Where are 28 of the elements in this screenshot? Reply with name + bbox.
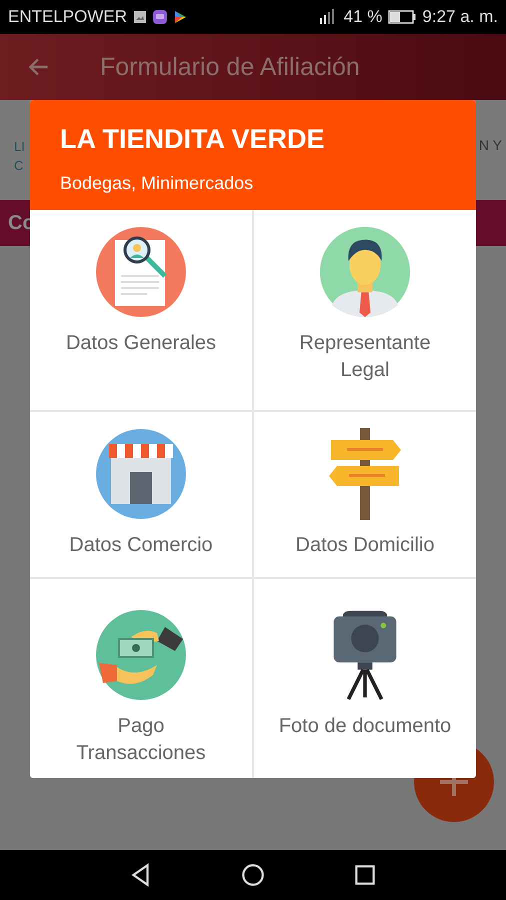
menu-option[interactable]: Datos Domicilio: [254, 412, 476, 577]
option-label: Pago Transacciones: [75, 714, 207, 766]
chat-icon: [153, 10, 168, 24]
store-name: LA TIENDITA VERDE: [60, 124, 326, 155]
carrier-name: ENTELPOWER: [8, 7, 128, 27]
option-label: Datos Domicilio: [296, 533, 434, 558]
store-category: Bodegas, Minimercados: [60, 173, 254, 194]
option-label: Foto de documento: [278, 714, 452, 739]
menu-option[interactable]: Representante Legal: [254, 210, 476, 410]
play-store-icon: [173, 10, 188, 24]
option-label: Representante Legal: [298, 331, 432, 383]
document-search-icon: [95, 226, 187, 318]
image-icon: [133, 10, 148, 24]
battery-percent: 41 %: [344, 7, 382, 27]
battery-icon: [388, 10, 416, 24]
screen-title: Formulario de Afiliación: [100, 52, 360, 82]
storefront-icon: [95, 428, 187, 520]
money-handover-icon: [95, 609, 187, 701]
home-icon[interactable]: [240, 862, 266, 888]
menu-option[interactable]: Datos Generales: [30, 210, 254, 410]
option-label: Datos Comercio: [69, 533, 213, 558]
menu-option[interactable]: Pago Transacciones: [30, 579, 254, 778]
tab-label[interactable]: N Y: [478, 137, 502, 153]
menu-option[interactable]: Datos Comercio: [30, 412, 254, 577]
clock-time: 9:27 a. m.: [422, 7, 498, 27]
menu-option[interactable]: Foto de documento: [254, 579, 476, 778]
option-label: Datos Generales: [66, 331, 216, 356]
person-avatar-icon: [319, 226, 411, 318]
